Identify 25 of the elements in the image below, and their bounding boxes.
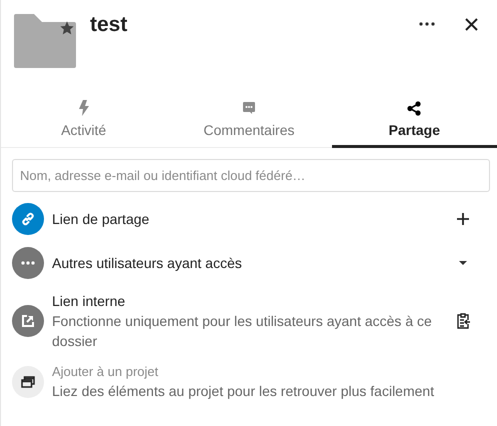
more-icon [21,261,35,265]
clipboard-icon [456,313,470,329]
close-icon [464,18,478,30]
caret-icon [459,260,467,266]
entry-title: Autres utilisateurs ayant accès [52,254,243,273]
entry-description: Fonctionne uniquement pour les utilisateurs ayant accès à ce dossier [52,312,433,351]
entry-title: Lien interne [52,292,126,311]
more-icon [419,22,435,26]
comment-icon [242,101,256,115]
file-title: test [90,12,128,38]
folder-icon [14,14,76,68]
lightning-icon [78,100,89,116]
entry-description: Liez des éléments au projet pour les retrouver plus facilement [52,382,436,401]
windows-icon [21,376,35,388]
tab[interactable]: Partage [332,96,497,148]
search-field[interactable]: Nom, adresse e-mail ou identifiant cloud fédéré… [12,159,490,192]
tab[interactable]: Commentaires [166,96,332,148]
entry-title: Ajouter à un projet [52,363,160,381]
plus-icon [457,213,469,225]
entry-title: Lien de partage [52,210,150,229]
tab[interactable]: Activité [1,96,166,148]
link-icon [21,212,35,226]
external-link-icon [21,314,35,328]
share-icon [407,100,422,116]
star-icon[interactable] [59,20,75,36]
